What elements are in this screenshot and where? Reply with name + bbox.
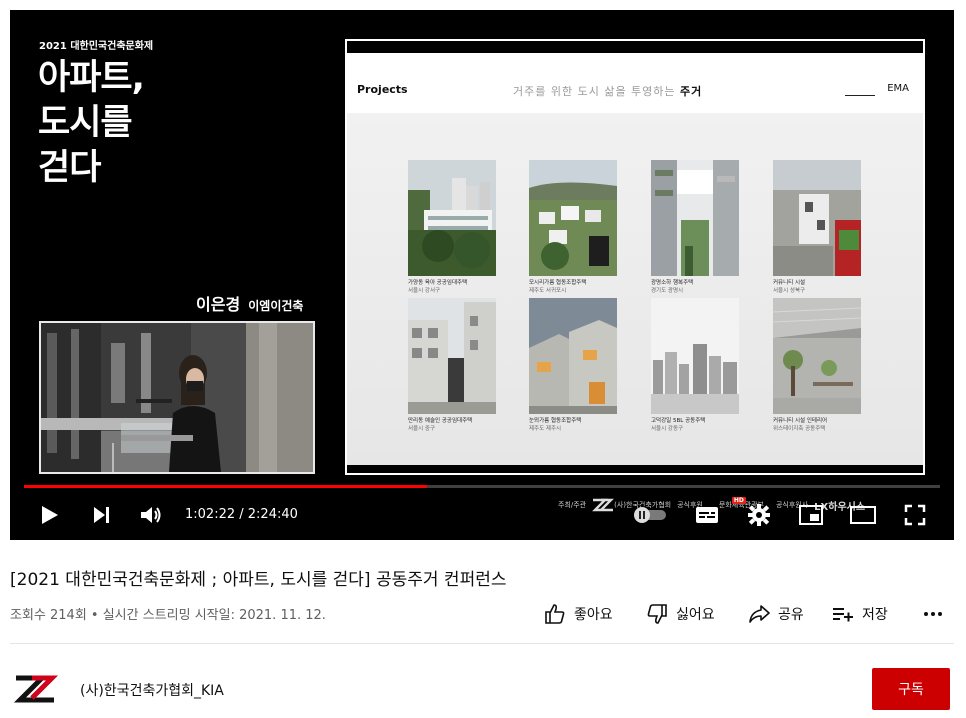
share-icon: [749, 605, 770, 623]
channel-avatar[interactable]: [10, 664, 60, 714]
slide-top-bar: [347, 41, 923, 53]
settings-button[interactable]: [744, 500, 774, 530]
project-title: 모시리가름 협동조합주택: [529, 280, 587, 286]
project-title: 커뮤니티 시설 인테리어: [773, 418, 828, 424]
slide-theme-bold: 주거: [680, 85, 703, 98]
time-current: 1:02:22: [185, 507, 236, 522]
time-separator: /: [239, 507, 248, 522]
project-photo: [773, 298, 861, 414]
thumbs-up-icon: [545, 604, 565, 624]
video-player[interactable]: 2021 대한민국건축문화제 아파트, 도시를 걷다 이은경 이엠이건축 Pro…: [10, 10, 954, 540]
project-photo: [651, 298, 739, 414]
speaker-name: 이은경: [196, 295, 241, 314]
subtitles-icon: [696, 507, 718, 523]
gear-icon: [748, 504, 770, 526]
project-card: 만리동 예술인 공공임대주택 서울시 중구: [408, 298, 500, 432]
project-card: 고덕강일 5BL 공동주택 서울시 강동구: [651, 298, 743, 432]
save-button[interactable]: 저장: [832, 600, 888, 628]
slide-header: Projects 거주를 위한 도시 삶을 투영하는 주거 EMA: [347, 53, 923, 113]
project-location: 위스테이지축 공동주택: [773, 426, 826, 432]
project-photo: [651, 160, 739, 276]
speaker-caption: 이은경 이엠이건축: [196, 291, 303, 315]
project-photo: [408, 298, 496, 414]
slide-project-grid: 가양동 육아 공공임대주택 서울시 강서구 모시리가름 협동조합주택 제주도 서…: [347, 113, 923, 473]
slide-bottom-bar: [347, 465, 923, 473]
project-title: 눈뫼가름 협동조합주택: [529, 418, 582, 424]
progress-played: [24, 485, 428, 488]
share-button[interactable]: 공유: [748, 600, 804, 628]
sponsor-strip: 주최/주관 (사)한국건축가협회 공식후원 HD 문화체육관광부 공식후원사 L…: [558, 494, 888, 516]
project-location: 제주도 서귀포시: [529, 288, 567, 294]
playlist-add-icon: [833, 608, 853, 622]
theater-icon: [850, 506, 876, 524]
video-meta: 조회수 214회 • 실시간 스트리밍 시작일: 2021. 11. 12.: [10, 608, 326, 623]
project-card: 커뮤니티 시설 서울시 성북구: [773, 160, 865, 294]
project-card: 모시리가름 협동조합주택 제주도 서귀포시: [529, 160, 621, 294]
project-photo: [773, 160, 861, 276]
autoplay-toggle-icon: [634, 507, 666, 523]
project-title: 커뮤니티 시설: [773, 280, 806, 286]
slide-theme-gray: 거주를 위한 도시 삶을 투영하는: [513, 85, 676, 98]
more-actions-button[interactable]: [922, 600, 952, 628]
host-label: 주최/주관: [558, 501, 587, 509]
project-photo: [529, 298, 617, 414]
project-card: 눈뫼가름 협동조합주택 제주도 제주시: [529, 298, 621, 432]
project-photo: [529, 160, 617, 276]
project-title: 가양동 육아 공공임대주택: [408, 280, 468, 286]
project-card: 광명소하 행복주택 경기도 광명시: [651, 160, 743, 294]
thumbs-down-icon: [647, 604, 667, 624]
project-title: 만리동 예술인 공공임대주택: [408, 418, 473, 424]
project-location: 제주도 제주시: [529, 426, 562, 432]
play-button[interactable]: [34, 500, 64, 530]
project-card: 커뮤니티 시설 인테리어 위스테이지축 공동주택: [773, 298, 865, 432]
progress-bar[interactable]: [24, 485, 940, 488]
volume-icon: [141, 507, 161, 523]
next-button[interactable]: [86, 500, 116, 530]
project-location: 서울시 중구: [408, 426, 436, 432]
like-label: 좋아요: [574, 607, 613, 623]
fullscreen-button[interactable]: [900, 500, 930, 530]
dislike-button[interactable]: 싫어요: [646, 600, 715, 628]
festival-label: 2021 대한민국건축문화제: [39, 41, 154, 52]
save-label: 저장: [862, 607, 888, 623]
play-icon: [42, 506, 58, 524]
speaker-camera-image: [41, 323, 313, 472]
speaker-camera-feed: [39, 321, 315, 474]
subtitles-button[interactable]: [692, 500, 722, 530]
more-horizontal-icon: [924, 612, 942, 616]
project-photo: [408, 160, 496, 276]
time-display: 1:02:22 / 2:24:40: [185, 507, 298, 522]
channel-name[interactable]: (사)한국건축가협회_KIA: [80, 680, 224, 700]
share-label: 공유: [778, 607, 804, 623]
slide-section-title: Projects: [357, 83, 408, 96]
miniplayer-button[interactable]: [796, 500, 826, 530]
project-location: 서울시 강서구: [408, 288, 441, 294]
autoplay-toggle[interactable]: [628, 500, 672, 530]
volume-button[interactable]: [136, 500, 166, 530]
presentation-slide: Projects 거주를 위한 도시 삶을 투영하는 주거 EMA 가양동 육아…: [345, 39, 925, 475]
fullscreen-icon: [904, 504, 926, 526]
project-location: 서울시 성북구: [773, 288, 806, 294]
video-title: [2021 대한민국건축문화제 ; 아파트, 도시를 걷다] 공동주거 컨퍼런스: [10, 570, 507, 590]
project-title: 고덕강일 5BL 공동주택: [651, 418, 706, 424]
project-location: 경기도 광명시: [651, 288, 684, 294]
next-icon: [94, 507, 109, 523]
event-title: 아파트, 도시를 걷다: [38, 58, 145, 188]
speaker-org: 이엠이건축: [248, 299, 304, 313]
project-title: 광명소하 행복주택: [651, 280, 694, 286]
time-total: 2:24:40: [247, 507, 298, 522]
kia-logo-small: [592, 498, 615, 512]
miniplayer-icon: [799, 505, 823, 525]
subscribe-button[interactable]: 구독: [872, 668, 950, 710]
slide-theme: 거주를 위한 도시 삶을 투영하는 주거: [513, 83, 702, 99]
slide-brand: EMA: [887, 83, 909, 94]
kia-logo-icon: [10, 664, 60, 714]
theater-mode-button[interactable]: [848, 500, 878, 530]
dislike-label: 싫어요: [676, 607, 715, 623]
slide-brand-line: [845, 95, 875, 96]
like-button[interactable]: 좋아요: [544, 600, 613, 628]
project-location: 서울시 강동구: [651, 426, 684, 432]
divider: [10, 643, 954, 644]
project-card: 가양동 육아 공공임대주택 서울시 강서구: [408, 160, 500, 294]
